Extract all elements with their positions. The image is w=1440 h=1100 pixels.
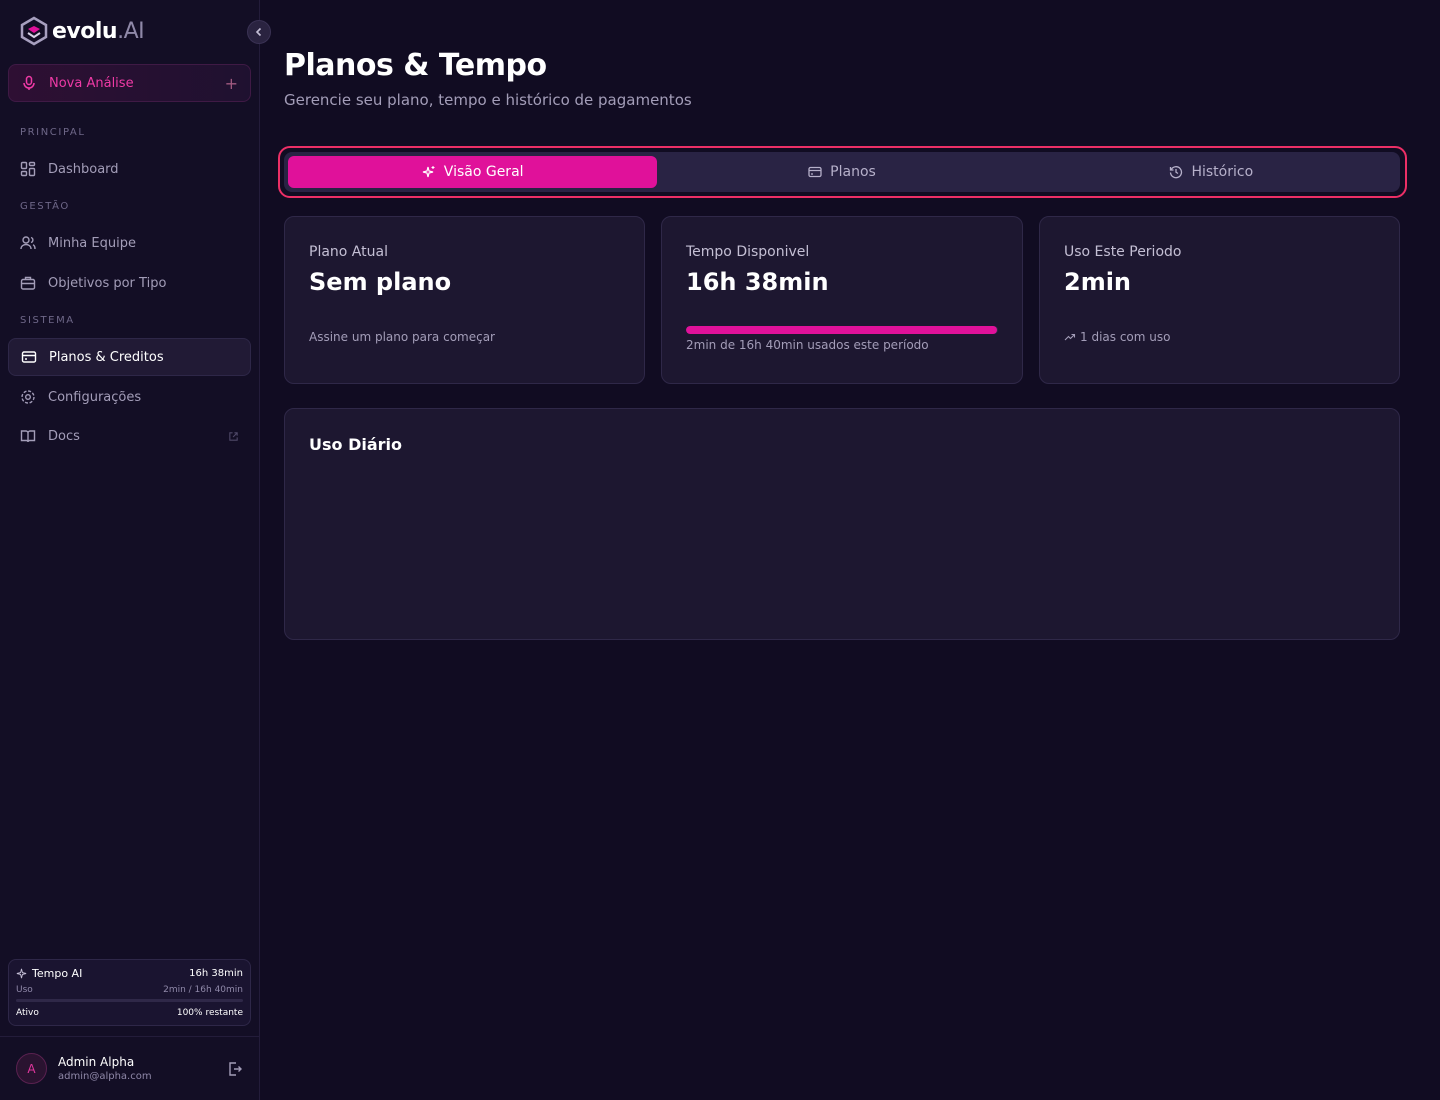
collapse-sidebar-button[interactable]: [247, 20, 271, 44]
new-analysis-button[interactable]: Nova Análise +: [8, 64, 251, 102]
tab-bar: Visão Geral Planos Histórico: [284, 152, 1400, 192]
tab-plans[interactable]: Planos: [657, 156, 1026, 188]
new-analysis-label: Nova Análise: [49, 75, 134, 91]
card-value: 16h 38min: [686, 268, 829, 296]
tempo-usage-bar: [16, 999, 243, 1002]
user-name: Admin Alpha: [58, 1055, 135, 1069]
tempo-status: Ativo: [16, 1008, 39, 1018]
tab-history[interactable]: Histórico: [1027, 156, 1396, 188]
sidebar-item-label: Objetivos por Tipo: [48, 275, 167, 291]
chevron-left-icon: [255, 27, 262, 37]
credit-card-icon: [21, 351, 37, 363]
user-email: admin@alpha.com: [58, 1071, 152, 1082]
logo[interactable]: evolu.AI: [20, 16, 145, 46]
usage-days-note: 1 dias com uso: [1064, 330, 1375, 344]
plus-icon: +: [224, 73, 238, 93]
tab-label: Planos: [830, 164, 876, 180]
page-subtitle: Gerencie seu plano, tempo e histórico de…: [284, 91, 692, 109]
sidebar-item-label: Minha Equipe: [48, 235, 136, 251]
credit-card-icon: [808, 166, 822, 178]
section-label-sistema: SISTEMA: [20, 315, 75, 326]
sidebar: evolu.AI Nova Análise + PRINCIPAL Dashbo…: [0, 0, 260, 1100]
dashboard-icon: [20, 161, 36, 177]
page-title: Planos & Tempo: [284, 48, 547, 83]
usage-period-card: Uso Este Periodo 2min 1 dias com uso: [1039, 216, 1400, 384]
card-value: Sem plano: [309, 268, 452, 296]
sidebar-item-label: Planos & Creditos: [49, 349, 164, 365]
sidebar-item-label: Docs: [48, 428, 80, 444]
tab-overview[interactable]: Visão Geral: [288, 156, 658, 188]
sidebar-item-label: Dashboard: [48, 161, 119, 177]
logout-icon[interactable]: [227, 1061, 243, 1077]
tempo-title: Tempo AI: [32, 967, 83, 980]
time-progress-fill: [686, 326, 998, 334]
main-content: Planos & Tempo Gerencie seu plano, tempo…: [260, 0, 1440, 1100]
card-note: 2min de 16h 40min usados este período: [686, 338, 929, 352]
current-plan-card: Plano Atual Sem plano Assine um plano pa…: [284, 216, 645, 384]
sidebar-item-plans[interactable]: Planos & Creditos: [8, 338, 251, 376]
daily-usage-title: Uso Diário: [309, 435, 403, 454]
sparkles-icon: [422, 166, 435, 178]
sidebar-item-settings[interactable]: Configurações: [8, 378, 251, 416]
card-label: Plano Atual: [309, 244, 388, 260]
card-note: 1 dias com uso: [1080, 330, 1171, 344]
sidebar-item-team[interactable]: Minha Equipe: [8, 224, 251, 262]
external-link-icon: [229, 431, 238, 441]
tempo-value: 16h 38min: [189, 968, 243, 979]
tempo-usage-label: Uso: [16, 985, 33, 995]
sparkles-icon: [16, 968, 27, 979]
card-value: 2min: [1064, 268, 1132, 296]
microphone-icon: [23, 75, 35, 90]
book-icon: [20, 430, 36, 443]
history-icon: [1170, 166, 1183, 179]
sidebar-item-docs[interactable]: Docs: [8, 417, 251, 455]
sidebar-item-objectives[interactable]: Objetivos por Tipo: [8, 264, 251, 302]
section-label-principal: PRINCIPAL: [20, 127, 86, 138]
card-label: Tempo Disponivel: [686, 244, 810, 260]
daily-usage-panel: Uso Diário: [284, 408, 1400, 640]
tempo-remaining: 100% restante: [176, 1008, 243, 1018]
section-label-gestao: GESTÃO: [20, 201, 70, 212]
card-label: Uso Este Periodo: [1064, 244, 1182, 260]
available-time-card: Tempo Disponivel 16h 38min 2min de 16h 4…: [661, 216, 1023, 384]
tab-label: Visão Geral: [443, 164, 524, 180]
card-note: Assine um plano para começar: [309, 330, 495, 344]
logo-icon: [20, 16, 48, 46]
sidebar-item-label: Configurações: [48, 389, 142, 405]
logo-text: evolu.AI: [52, 18, 145, 44]
gear-icon: [21, 390, 35, 404]
user-profile: A Admin Alpha admin@alpha.com: [0, 1036, 259, 1100]
avatar[interactable]: A: [16, 1053, 47, 1084]
sidebar-item-dashboard[interactable]: Dashboard: [8, 150, 251, 188]
tempo-usage-value: 2min / 16h 40min: [163, 985, 243, 995]
tab-label: Histórico: [1191, 164, 1254, 180]
trending-up-icon: [1064, 333, 1076, 341]
users-icon: [20, 236, 36, 250]
tempo-ai-card: Tempo AI 16h 38min Uso 2min / 16h 40min …: [8, 959, 251, 1026]
time-progress-bar: [686, 326, 998, 334]
briefcase-icon: [20, 276, 36, 290]
